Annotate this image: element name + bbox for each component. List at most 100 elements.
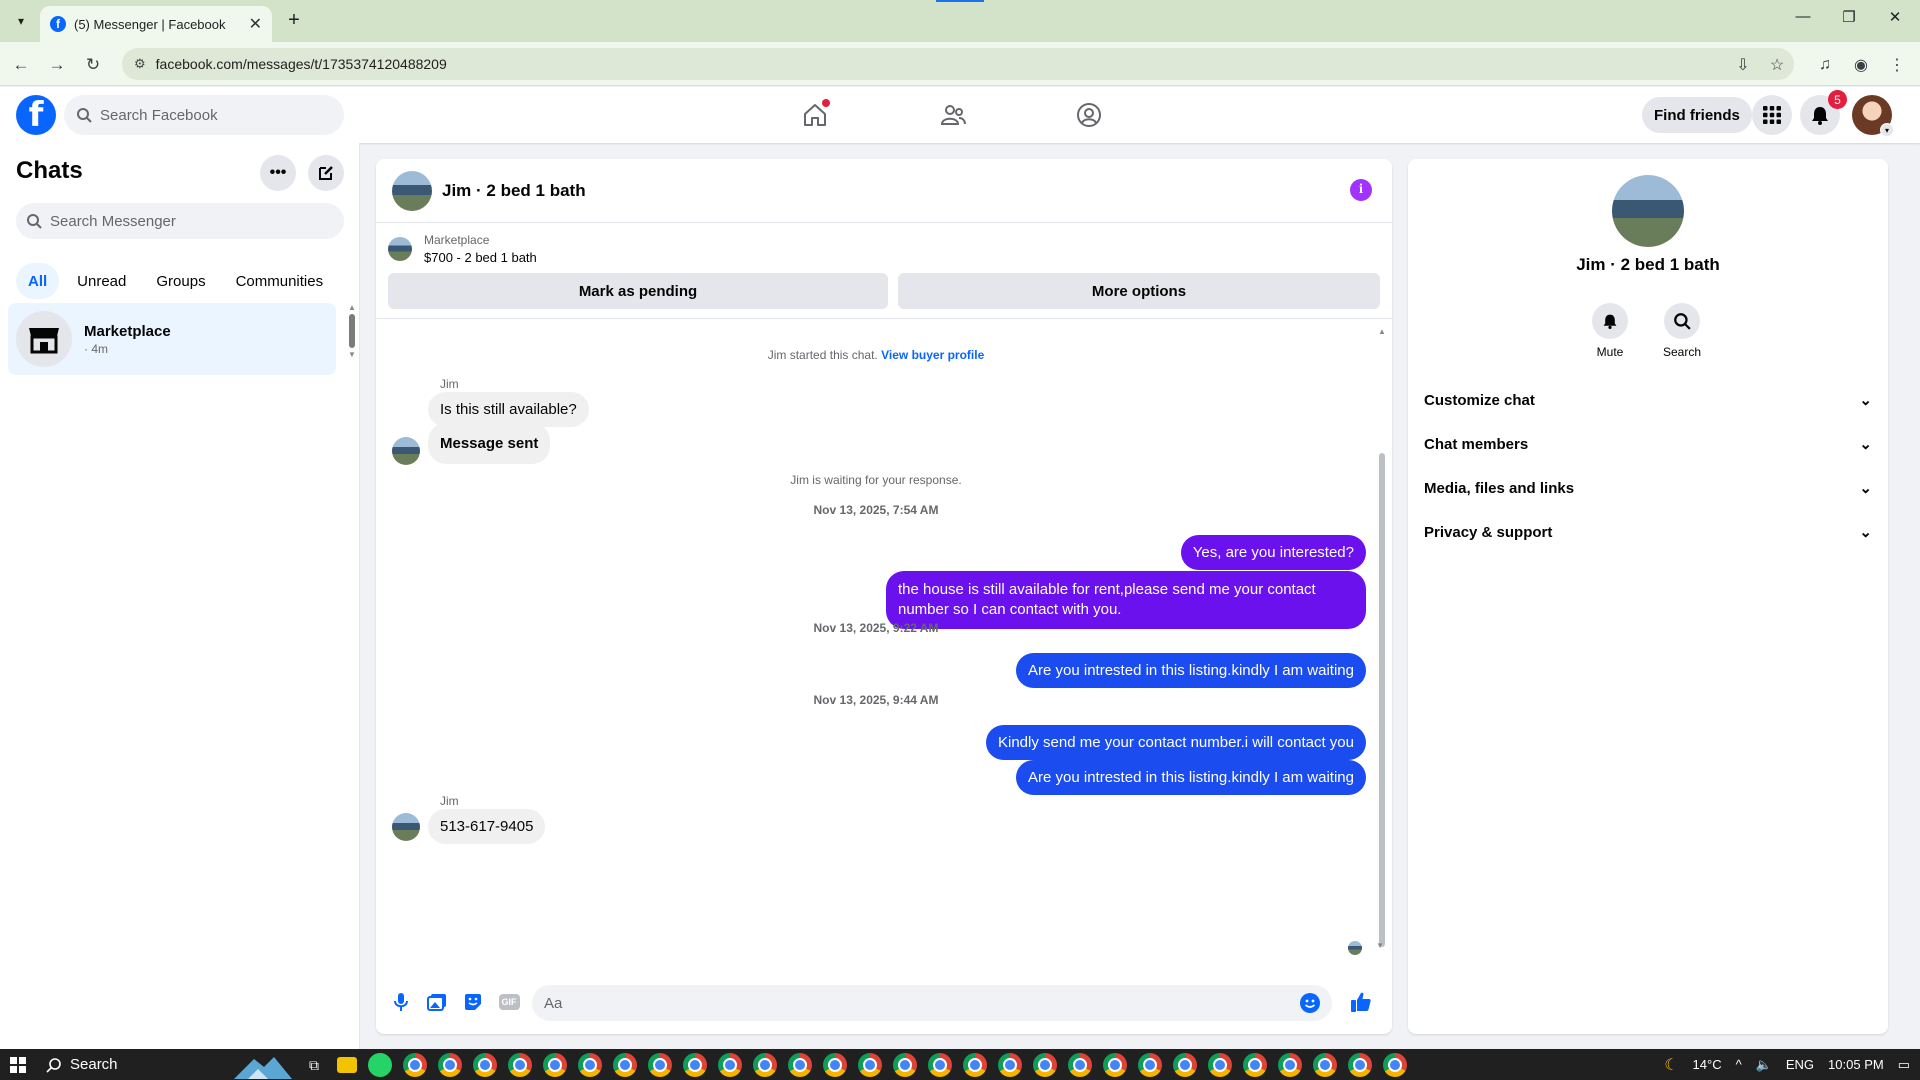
incoming-message[interactable]: Is this still available? xyxy=(428,392,589,427)
outgoing-message[interactable]: Yes, are you interested? xyxy=(1180,535,1366,570)
customize-chat-section[interactable]: Customize chat ⌄ xyxy=(1424,382,1880,418)
find-friends-button[interactable]: Find friends xyxy=(1642,97,1752,133)
chrome-icon[interactable] xyxy=(858,1053,882,1077)
chrome-icon[interactable] xyxy=(1033,1053,1057,1077)
media-controls-icon[interactable]: ♫ xyxy=(1814,54,1836,76)
back-button[interactable]: ← xyxy=(8,52,34,78)
info-icon[interactable]: i xyxy=(1350,179,1372,201)
chrome-icon[interactable] xyxy=(1348,1053,1372,1077)
chrome-icon[interactable] xyxy=(1383,1053,1407,1077)
new-message-button[interactable] xyxy=(308,155,344,191)
home-tab[interactable] xyxy=(760,87,870,143)
filter-unread[interactable]: Unread xyxy=(65,263,138,299)
conversation-title[interactable]: Jim · 2 bed 1 bath xyxy=(442,181,586,201)
site-info-icon[interactable]: ⚙ xyxy=(134,56,146,72)
account-avatar[interactable]: ▾ xyxy=(1852,95,1894,137)
groups-tab[interactable] xyxy=(1034,87,1144,143)
filter-communities[interactable]: Communities xyxy=(224,263,336,299)
address-bar[interactable]: ⚙ facebook.com/messages/t/17353741204882… xyxy=(122,48,1794,80)
menu-button[interactable] xyxy=(1752,95,1792,135)
chrome-icon[interactable] xyxy=(788,1053,812,1077)
chats-scrollbar[interactable]: ▲ ▼ xyxy=(348,303,356,363)
incoming-message[interactable]: Message sent xyxy=(428,423,551,464)
filter-all[interactable]: All xyxy=(16,263,60,299)
microphone-icon[interactable] xyxy=(388,989,414,1015)
chat-members-section[interactable]: Chat members ⌄ xyxy=(1424,426,1880,462)
chrome-icon[interactable] xyxy=(613,1053,637,1077)
outgoing-message[interactable]: Are you intrested in this listing.kindly… xyxy=(1016,760,1366,795)
clock[interactable]: 10:05 PM xyxy=(1828,1057,1884,1072)
thumbs-up-icon[interactable] xyxy=(1350,991,1376,1017)
install-app-icon[interactable]: ⇩ xyxy=(1732,54,1754,76)
chrome-icon[interactable] xyxy=(648,1053,672,1077)
tab-search-dropdown-icon[interactable]: ▾ xyxy=(8,8,34,34)
emoji-icon[interactable] xyxy=(1300,993,1320,1013)
photo-icon[interactable] xyxy=(424,989,450,1015)
chrome-icon[interactable] xyxy=(578,1053,602,1077)
bookmark-star-icon[interactable]: ☆ xyxy=(1766,54,1788,76)
close-tab-icon[interactable]: ✕ xyxy=(249,14,262,34)
contact-large-avatar[interactable] xyxy=(1612,175,1684,247)
view-buyer-profile-link[interactable]: View buyer profile xyxy=(881,348,984,362)
contact-avatar[interactable] xyxy=(392,170,432,211)
weather-moon-icon[interactable]: ☾ xyxy=(1664,1055,1678,1075)
chrome-icon[interactable] xyxy=(753,1053,777,1077)
privacy-support-section[interactable]: Privacy & support ⌄ xyxy=(1424,514,1880,550)
sender-avatar[interactable] xyxy=(392,437,420,465)
task-view-icon[interactable]: ⧉ xyxy=(302,1053,326,1077)
chrome-icon[interactable] xyxy=(1068,1053,1092,1077)
profile-icon[interactable]: ◉ xyxy=(1850,54,1872,76)
chrome-icon[interactable] xyxy=(893,1053,917,1077)
listing-thumbnail[interactable] xyxy=(388,237,412,261)
tray-chevron-up-icon[interactable]: ^ xyxy=(1736,1057,1742,1072)
new-tab-button[interactable]: + xyxy=(282,9,306,32)
filter-groups[interactable]: Groups xyxy=(144,263,217,299)
restore-button[interactable]: ❐ xyxy=(1826,8,1872,26)
language-indicator[interactable]: ENG xyxy=(1786,1057,1814,1072)
chrome-icon[interactable] xyxy=(403,1053,427,1077)
facebook-search-input[interactable]: Search Facebook xyxy=(64,95,344,135)
reload-button[interactable]: ↻ xyxy=(80,52,106,78)
taskbar-search[interactable]: Search xyxy=(46,1049,118,1080)
chrome-icon[interactable] xyxy=(1278,1053,1302,1077)
chrome-icon[interactable] xyxy=(508,1053,532,1077)
browser-menu-icon[interactable]: ⋮ xyxy=(1886,54,1908,76)
whatsapp-icon[interactable] xyxy=(368,1053,392,1077)
chrome-icon[interactable] xyxy=(928,1053,952,1077)
close-window-button[interactable]: ✕ xyxy=(1872,8,1918,26)
scroll-down-arrow[interactable]: ▼ xyxy=(1376,941,1384,950)
search-action[interactable]: Search xyxy=(1652,303,1712,359)
message-input[interactable]: Aa xyxy=(532,985,1332,1021)
chrome-icon[interactable] xyxy=(963,1053,987,1077)
temperature[interactable]: 14°C xyxy=(1693,1057,1722,1072)
chrome-icon[interactable] xyxy=(438,1053,462,1077)
chrome-icon[interactable] xyxy=(823,1053,847,1077)
outgoing-message[interactable]: Are you intrested in this listing.kindly… xyxy=(1016,653,1366,688)
chrome-icon[interactable] xyxy=(1208,1053,1232,1077)
more-options-button[interactable]: More options xyxy=(898,273,1380,309)
chrome-icon[interactable] xyxy=(1313,1053,1337,1077)
chat-list-item[interactable]: Marketplace · 4m xyxy=(8,303,336,375)
sticker-icon[interactable] xyxy=(460,989,486,1015)
mute-action[interactable]: Mute xyxy=(1580,303,1640,359)
outgoing-message[interactable]: Kindly send me your contact number.i wil… xyxy=(985,725,1366,760)
incoming-message[interactable]: 513-617-9405 xyxy=(428,809,546,844)
chrome-icon[interactable] xyxy=(1173,1053,1197,1077)
friends-tab[interactable] xyxy=(898,87,1008,143)
notification-center-icon[interactable]: ▭ xyxy=(1898,1057,1910,1073)
chats-options-button[interactable]: ••• xyxy=(260,155,296,191)
chrome-icon[interactable] xyxy=(998,1053,1022,1077)
browser-tab[interactable]: f (5) Messenger | Facebook ✕ xyxy=(40,6,272,42)
sender-avatar[interactable] xyxy=(392,813,420,841)
chrome-icon[interactable] xyxy=(473,1053,497,1077)
windows-start-icon[interactable] xyxy=(10,1057,26,1073)
chrome-icon[interactable] xyxy=(683,1053,707,1077)
facebook-logo[interactable]: f xyxy=(16,95,56,135)
chrome-icon[interactable] xyxy=(543,1053,567,1077)
file-explorer-icon[interactable] xyxy=(337,1057,357,1073)
chrome-icon[interactable] xyxy=(1103,1053,1127,1077)
listing-title[interactable]: $700 - 2 bed 1 bath xyxy=(424,250,537,265)
minimize-button[interactable]: — xyxy=(1780,8,1826,25)
chrome-icon[interactable] xyxy=(1243,1053,1267,1077)
message-scroll-thumb[interactable] xyxy=(1379,453,1385,947)
